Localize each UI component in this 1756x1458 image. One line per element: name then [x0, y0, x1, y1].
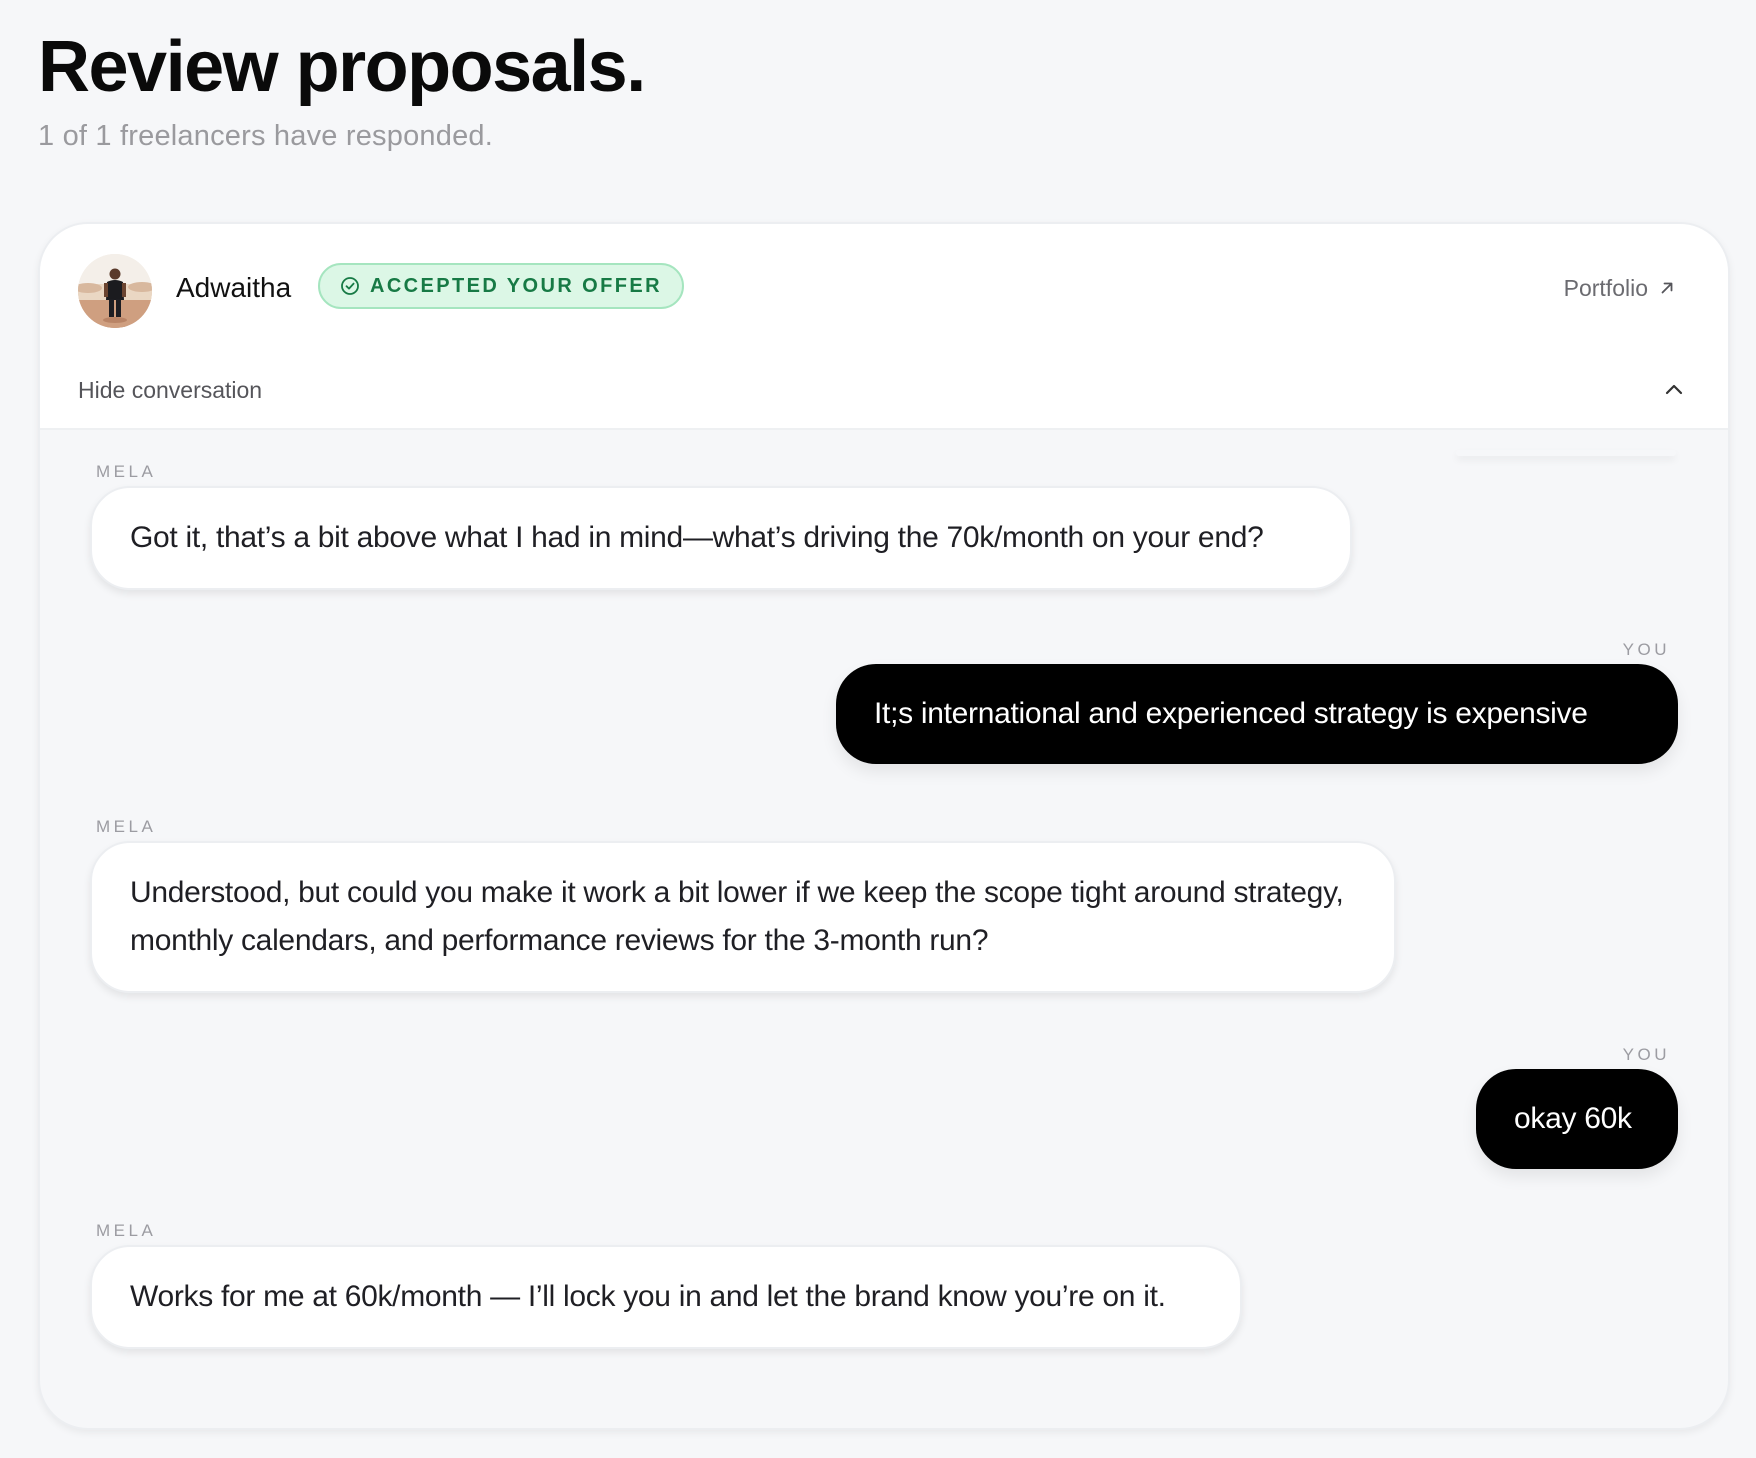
message-sender: MELA — [96, 1221, 157, 1240]
message-bubble-incoming: Works for me at 60k/month — I’ll lock yo… — [90, 1245, 1242, 1349]
message-bubble-outgoing: It;s international and experienced strat… — [836, 664, 1678, 764]
message-sender: MELA — [96, 462, 157, 481]
portfolio-label: Portfolio — [1563, 275, 1648, 301]
arrow-up-right-icon — [1661, 282, 1673, 294]
message-bubble-incoming: Got it, that’s a bit above what I had in… — [90, 486, 1352, 590]
message-bubble-incoming: Understood, but could you make it work a… — [90, 841, 1396, 993]
message-sender: YOU — [1622, 640, 1670, 659]
portfolio-link[interactable]: Portfolio — [1564, 268, 1676, 308]
conversation-thread: MELA Got it, that’s a bit above what I h… — [40, 430, 1728, 1428]
scroll-shadow — [1456, 450, 1676, 456]
message-sender: YOU — [1622, 1045, 1670, 1064]
message-bubble-outgoing: okay 60k — [1476, 1069, 1678, 1169]
chevron-up-icon[interactable] — [1660, 376, 1688, 404]
status-badge: ACCEPTED YOUR OFFER — [318, 263, 684, 309]
avatar[interactable] — [78, 254, 152, 328]
status-badge-label: ACCEPTED YOUR OFFER — [370, 274, 662, 297]
responses-count: 1 of 1 freelancers have responded. — [38, 120, 493, 152]
proposal-card: Adwaitha ACCEPTED YOUR OFFER Portfolio H… — [38, 222, 1730, 1430]
freelancer-name: Adwaitha — [176, 272, 292, 303]
proposal-header: Adwaitha ACCEPTED YOUR OFFER Portfolio — [40, 224, 1728, 354]
avatar-photo — [78, 254, 152, 328]
message-sender: MELA — [96, 817, 157, 836]
page-title: Review proposals. — [38, 27, 646, 107]
hide-conversation-toggle[interactable]: Hide conversation — [40, 352, 1728, 430]
toggle-label: Hide conversation — [78, 377, 263, 403]
check-circle-icon — [341, 277, 359, 295]
